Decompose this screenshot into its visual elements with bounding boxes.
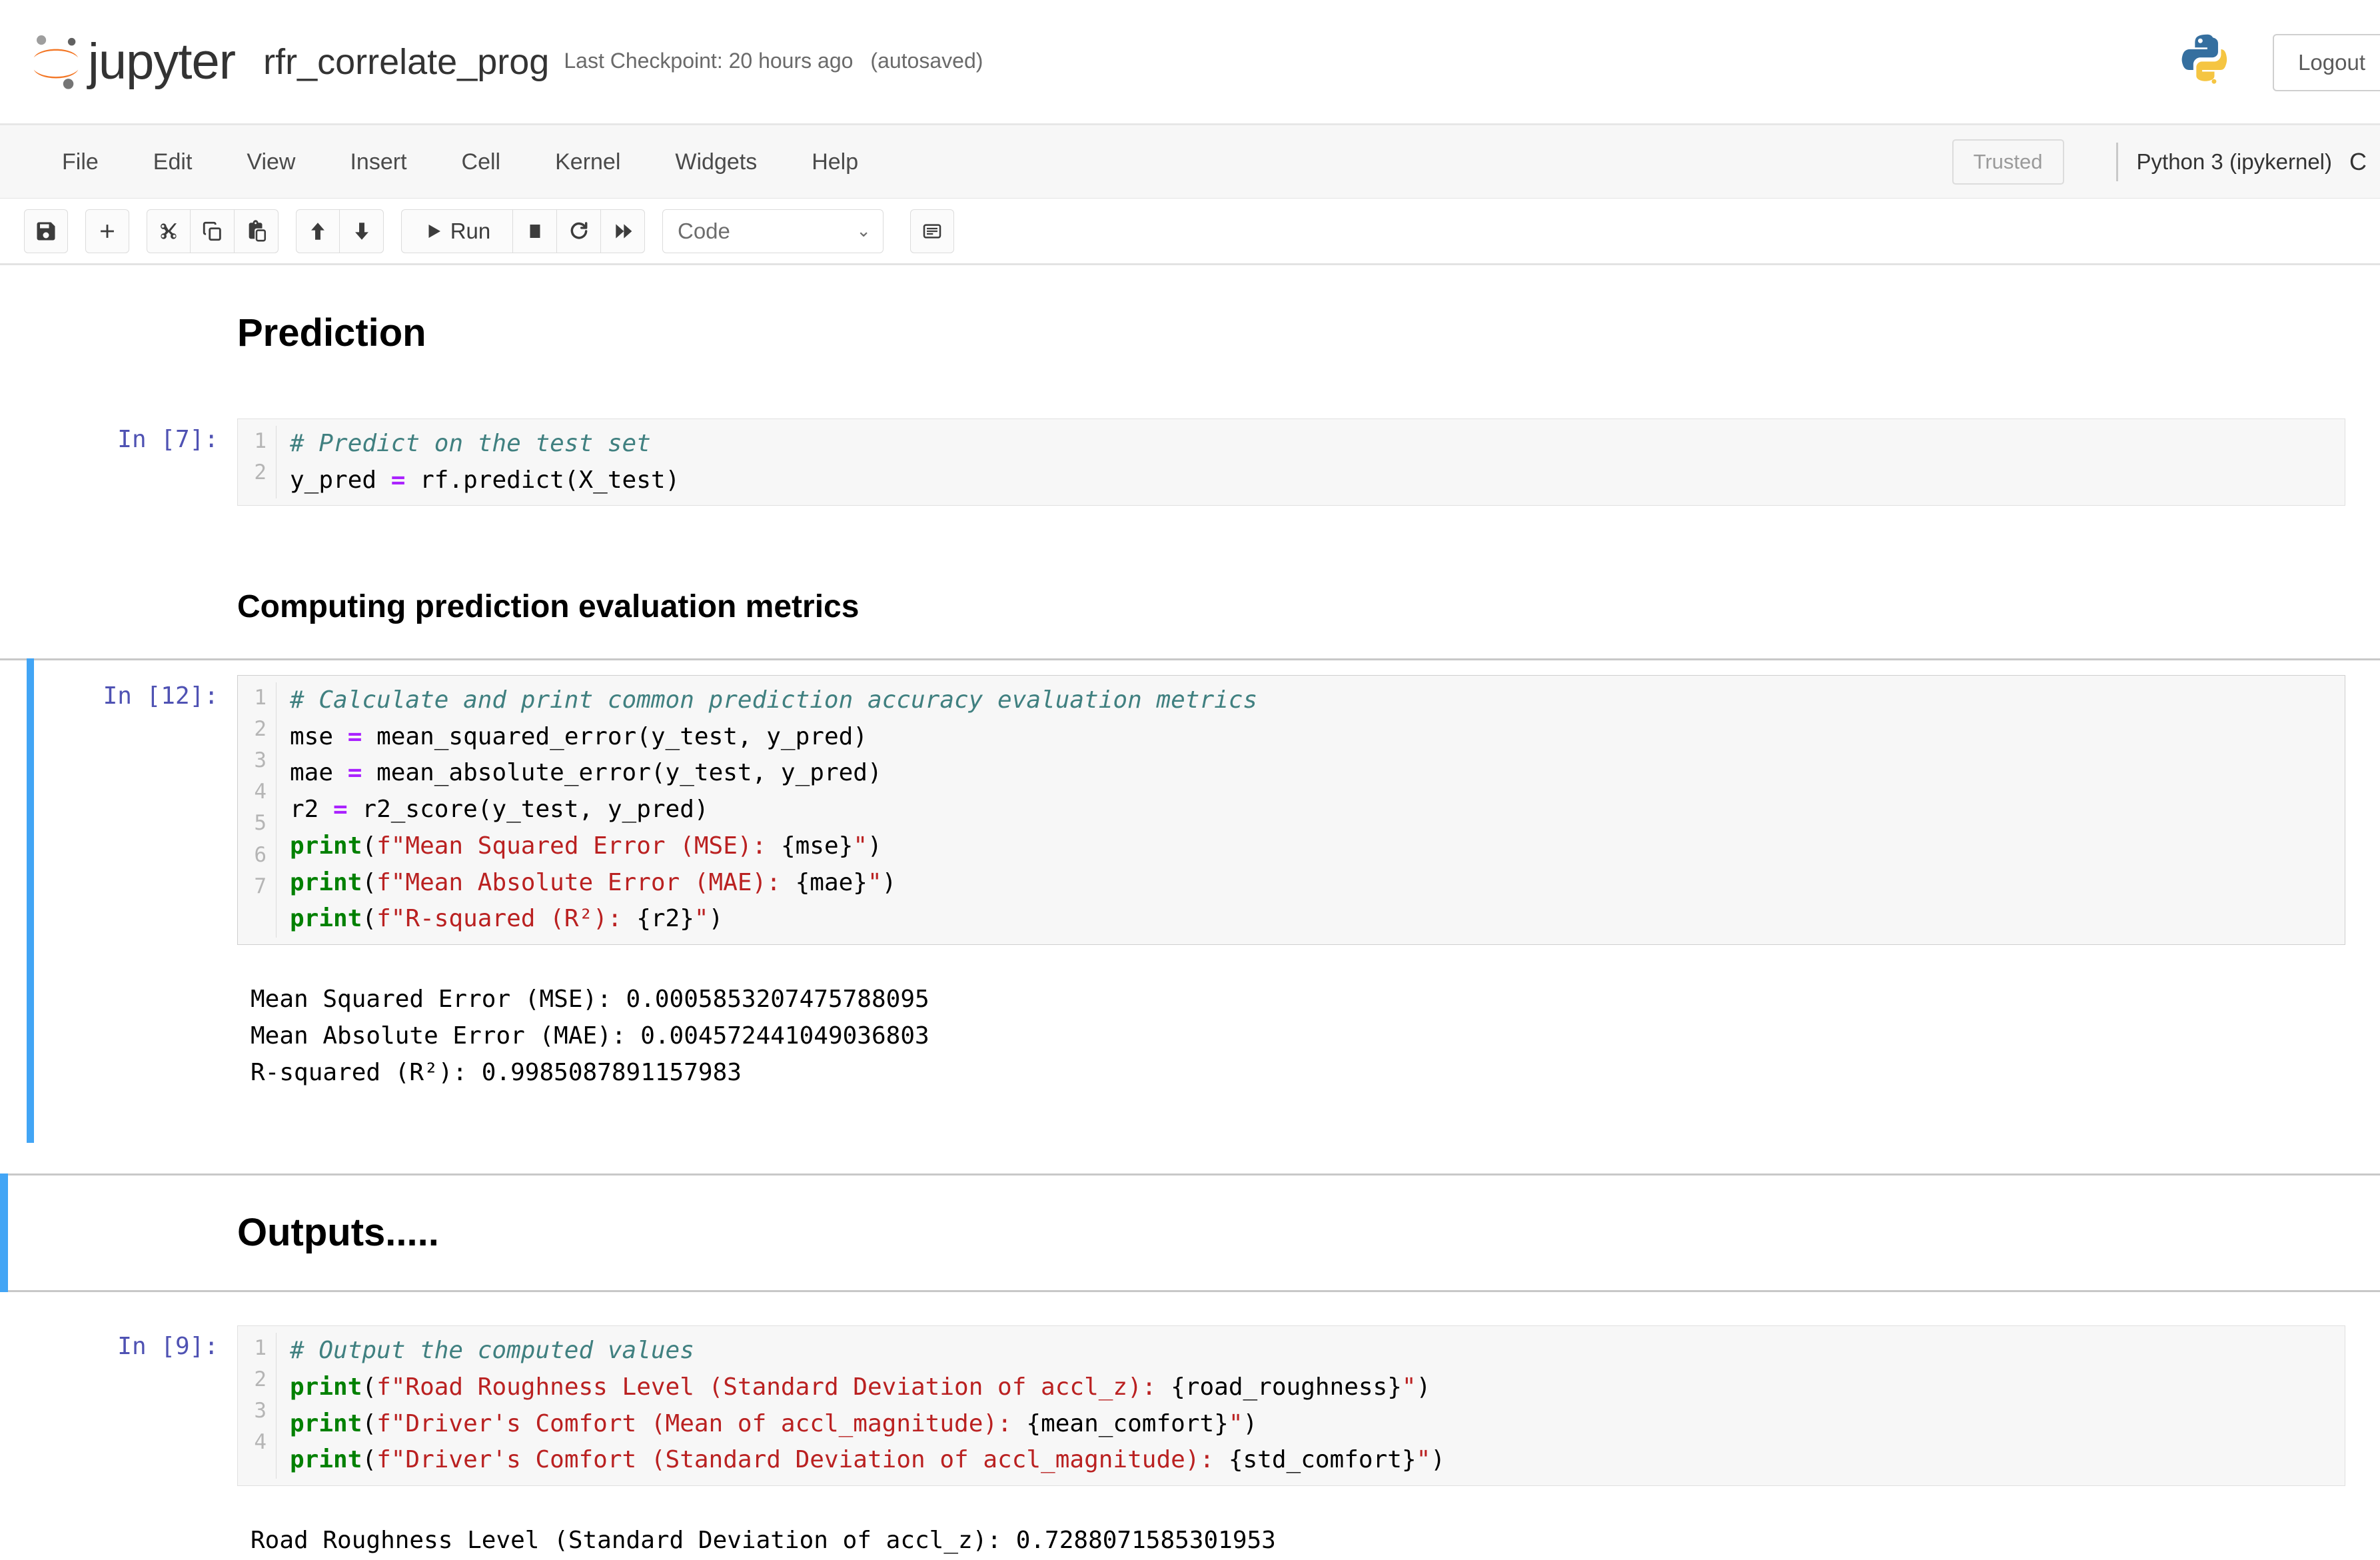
line-number-gutter-in-9: 1234 (238, 1333, 277, 1479)
insert-cell-below-button[interactable] (85, 209, 129, 253)
code-input-in-12[interactable]: 1234567 # Calculate and print common pre… (237, 675, 2345, 946)
menubar: File Edit View Insert Cell Kernel Widget… (0, 125, 2380, 199)
menubar-right: Trusted Python 3 (ipykernel) C (1952, 125, 2380, 198)
last-checkpoint-label: Last Checkpoint: 20 hours ago (564, 49, 854, 73)
code-text-in-9[interactable]: # Output the computed values print(f"Road… (277, 1333, 2345, 1479)
code-cell-in-7[interactable]: In [7]: 12 # Predict on the test set y_pr… (0, 418, 2380, 506)
markdown-outputs-inner: Outputs..... (0, 1175, 2380, 1290)
selected-cell-group-in-12[interactable]: In [12]: 1234567 # Calculate and print c… (0, 658, 2380, 1144)
trusted-badge[interactable]: Trusted (1952, 139, 2064, 185)
spacer-after-prediction-heading (0, 355, 2380, 418)
toolbar-group-insert (85, 209, 129, 253)
code-input-in-9[interactable]: 1234 # Output the computed values print(f… (237, 1325, 2345, 1486)
markdown-cell-outputs[interactable]: Outputs..... (0, 1173, 2380, 1293)
code-text-in-12[interactable]: # Calculate and print common prediction … (277, 682, 2345, 938)
cell-type-value: Code (678, 218, 730, 243)
notebook-body: Prediction In [7]: 12 # Predict on the t… (0, 265, 2380, 1554)
output-cell-in-12: Mean Squared Error (MSE): 0.000585320747… (0, 945, 2380, 1124)
line-number-gutter-in-12: 1234567 (238, 682, 277, 938)
menu-edit[interactable]: Edit (126, 151, 220, 173)
menu-view[interactable]: View (219, 151, 322, 173)
spacer-before-outputs-md (0, 1143, 2380, 1173)
toolbar-group-move (296, 209, 384, 253)
prompt-in-12: In [12]: (103, 682, 219, 710)
python-logo-icon (2177, 31, 2273, 95)
heading-computing-metrics: Computing prediction evaluation metrics (237, 589, 860, 625)
toolbar-group-command-palette (910, 209, 954, 253)
menu-cell[interactable]: Cell (434, 151, 528, 173)
menu-widgets[interactable]: Widgets (648, 151, 784, 173)
menu-file[interactable]: File (35, 151, 126, 173)
toolbar-group-save (24, 209, 68, 253)
prompt-blank-1 (0, 312, 237, 355)
prompt-blank-2 (0, 590, 237, 625)
kernel-name-label[interactable]: Python 3 (ipykernel) (2137, 149, 2332, 175)
interrupt-kernel-button[interactable] (513, 209, 557, 253)
save-button[interactable] (24, 209, 68, 253)
notebook-toolbar: Run Code ⌄ (0, 199, 2380, 265)
prompt-output-blank-9 (0, 1486, 237, 1560)
chevron-down-icon: ⌄ (856, 221, 871, 241)
stdout-output-in-9: Road Roughness Level (Standard Deviation… (251, 1526, 1276, 1554)
restart-and-run-all-button[interactable] (601, 209, 645, 253)
spacer-before-in-12 (0, 625, 2380, 658)
kernel-separator (2115, 142, 2118, 181)
spacer-top (0, 265, 2380, 312)
toolbar-group-clipboard (147, 209, 279, 253)
toolbar-group-run: Run (401, 209, 645, 253)
markdown-cell-metrics[interactable]: Computing prediction evaluation metrics (0, 589, 2380, 625)
cut-cells-button[interactable] (147, 209, 191, 253)
code-token-comment: # Calculate and print common prediction … (290, 686, 1258, 714)
code-token-operator: = (390, 466, 406, 494)
stdout-output-in-12: Mean Squared Error (MSE): 0.000585320747… (251, 986, 929, 1087)
run-button-label: Run (450, 218, 491, 243)
code-input-in-7[interactable]: 12 # Predict on the test set y_pred = rf.… (237, 418, 2345, 506)
code-text-in-7[interactable]: # Predict on the test set y_pred = rf.pre… (277, 426, 2345, 498)
spacer-after-in-7 (0, 506, 2380, 570)
code-token-comment: # Predict on the test set (290, 429, 651, 457)
jupyter-logo-link[interactable]: jupyter (31, 33, 236, 91)
jupyter-wordmark: jupyter (88, 33, 236, 90)
prompt-in-7: In [7]: (117, 425, 219, 453)
prompt-output-blank-12 (0, 945, 237, 1124)
header-right-controls: Logout (2177, 0, 2380, 125)
code-cell-in-12[interactable]: In [12]: 1234567 # Calculate and print c… (0, 660, 2380, 946)
menu-kernel[interactable]: Kernel (528, 151, 648, 173)
output-cell-in-9: Road Roughness Level (Standard Deviation… (0, 1486, 2380, 1560)
code-token-plain: y_pred (290, 466, 391, 494)
command-palette-button[interactable] (910, 209, 954, 253)
restart-kernel-button[interactable] (557, 209, 601, 253)
spacer-before-in-9 (0, 1292, 2380, 1325)
move-cell-down-button[interactable] (340, 209, 384, 253)
run-button[interactable]: Run (401, 209, 513, 253)
logout-button[interactable]: Logout (2273, 34, 2380, 91)
prompt-in-9: In [9]: (117, 1333, 219, 1361)
notebook-header: jupyter rfr_correlate_prog Last Checkpoi… (0, 0, 2380, 125)
kernel-idle-icon: C (2349, 147, 2367, 175)
autosaved-label: (autosaved) (870, 49, 983, 73)
line-number-gutter-in-7: 12 (238, 425, 277, 499)
menu-help[interactable]: Help (784, 151, 886, 173)
menu-insert[interactable]: Insert (322, 151, 434, 173)
copy-cells-button[interactable] (191, 209, 235, 253)
code-token-plain: rf.predict(X_test) (405, 466, 680, 494)
jupyter-logo-icon (31, 33, 81, 91)
prompt-blank-3 (0, 1211, 237, 1254)
markdown-cell-prediction[interactable]: Prediction (0, 312, 2380, 355)
notebook-title[interactable]: rfr_correlate_prog (263, 44, 549, 80)
cell-type-select[interactable]: Code ⌄ (662, 209, 884, 253)
heading-prediction: Prediction (237, 311, 426, 355)
heading-outputs: Outputs..... (237, 1211, 439, 1255)
code-cell-in-9[interactable]: In [9]: 1234 # Output the computed value… (0, 1325, 2380, 1486)
spacer-group-bottom (0, 1124, 2380, 1143)
paste-cells-button[interactable] (235, 209, 279, 253)
move-cell-up-button[interactable] (296, 209, 340, 253)
